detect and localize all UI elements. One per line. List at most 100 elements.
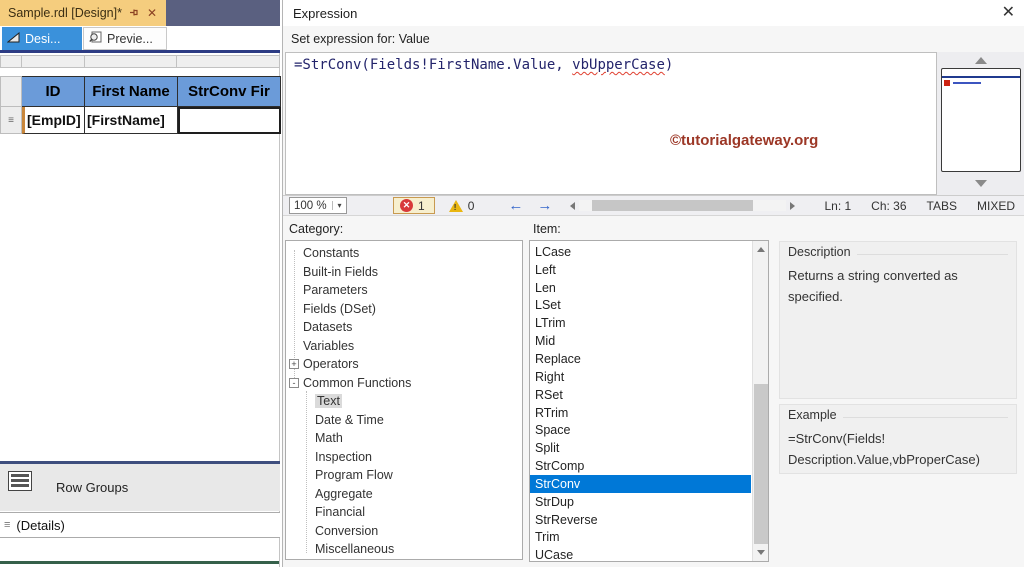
scroll-up-icon[interactable] — [757, 247, 765, 252]
status-char: Ch: 36 — [871, 198, 907, 213]
navigate-forward-icon[interactable]: → — [537, 197, 552, 214]
tablix-data-row: ≡ [EmpID] [FirstName] — [0, 107, 281, 134]
group-divider — [842, 416, 1008, 418]
item-lset[interactable]: LSet — [530, 297, 751, 315]
zoom-level-select[interactable]: 100 % ▾ — [289, 197, 347, 214]
data-cell-empid[interactable]: [EmpID] — [22, 107, 85, 134]
ssrs-designer-window: Sample.rdl [Design]* ✕ Desi... Previe... — [0, 0, 1024, 567]
error-icon: ✕ — [400, 199, 413, 212]
category-operators[interactable]: + Operators — [286, 355, 522, 374]
data-cell-strconv-selected[interactable] — [178, 107, 281, 134]
close-tab-icon[interactable]: ✕ — [147, 7, 157, 19]
expression-code-editor[interactable]: =StrConv(Fields!FirstName.Value, vbUpper… — [285, 52, 937, 195]
error-count-badge[interactable]: ✕ 1 — [393, 197, 435, 214]
row-groups-icon — [8, 471, 32, 491]
status-indicators: Ln: 1 Ch: 36 TABS MIXED — [824, 199, 1015, 213]
error-count: 1 — [418, 198, 425, 213]
category-financial[interactable]: Financial — [286, 503, 522, 522]
category-date-time[interactable]: Date & Time — [286, 411, 522, 430]
item-list-scrollbar[interactable] — [752, 241, 768, 561]
tablix-table: ID First Name StrConv Fir ≡ [EmpID] [Fir… — [0, 76, 281, 134]
horizontal-scrollbar[interactable] — [570, 199, 796, 212]
ruler-corner — [0, 55, 22, 68]
category-program-flow[interactable]: Program Flow — [286, 466, 522, 485]
category-conversion[interactable]: Conversion — [286, 522, 522, 541]
status-tabs: TABS — [926, 198, 957, 213]
header-cell-first-name[interactable]: First Name — [85, 76, 178, 107]
category-fields-dset[interactable]: Fields (DSet) — [286, 300, 522, 319]
category-miscellaneous[interactable]: Miscellaneous — [286, 540, 522, 559]
row-group-details[interactable]: ≡ (Details) — [0, 512, 280, 538]
item-strcomp[interactable]: StrComp — [530, 457, 751, 475]
category-variables[interactable]: Variables — [286, 337, 522, 356]
example-line-1: =StrConv(Fields! — [788, 431, 886, 446]
watermark-text: ©tutorialgateway.org — [670, 132, 819, 149]
item-mid[interactable]: Mid — [530, 332, 751, 350]
item-strdup[interactable]: StrDup — [530, 493, 751, 511]
header-cell-strconv[interactable]: StrConv Fir — [178, 76, 281, 107]
collapse-icon[interactable]: - — [289, 377, 299, 388]
preview-text-marker — [953, 82, 981, 84]
report-designer-pane: Sample.rdl [Design]* ✕ Desi... Previe... — [0, 0, 281, 567]
row-handle-icon[interactable]: ≡ — [0, 107, 22, 134]
error-squiggle-token: vbUpperCase — [572, 57, 665, 73]
item-rtrim[interactable]: RTrim — [530, 404, 751, 422]
data-cell-firstname[interactable]: [FirstName] — [85, 107, 178, 134]
scroll-down-icon[interactable] — [975, 180, 987, 187]
preview-caret-line — [942, 76, 1020, 78]
category-aggregate[interactable]: Aggregate — [286, 485, 522, 504]
scrollbar-thumb[interactable] — [754, 384, 768, 544]
item-space[interactable]: Space — [530, 421, 751, 439]
item-rset[interactable]: RSet — [530, 386, 751, 404]
row-handle-cell[interactable] — [0, 76, 22, 107]
warning-count-badge[interactable]: ! 0 — [448, 199, 474, 213]
item-strreverse[interactable]: StrReverse — [530, 511, 751, 529]
item-ltrim[interactable]: LTrim — [530, 314, 751, 332]
item-replace[interactable]: Replace — [530, 350, 751, 368]
bottom-green-edge — [0, 561, 279, 564]
expand-icon[interactable]: + — [289, 359, 299, 369]
item-split[interactable]: Split — [530, 439, 751, 457]
category-datasets[interactable]: Datasets — [286, 318, 522, 337]
scroll-down-icon[interactable] — [757, 550, 765, 555]
preview-magnifier-icon — [89, 31, 102, 46]
example-panel: Example =StrConv(Fields! Description.Val… — [779, 404, 1017, 474]
scrollbar-track[interactable] — [579, 200, 787, 211]
item-strconv-selected[interactable]: StrConv — [530, 474, 751, 493]
expression-text[interactable]: =StrConv(Fields!FirstName.Value, vbUpper… — [294, 57, 673, 73]
tab-design[interactable]: Desi... — [2, 27, 82, 50]
scroll-up-icon[interactable] — [975, 57, 987, 64]
row-groups-panel: Row Groups — [0, 464, 280, 511]
editor-scrollbar-map[interactable] — [937, 52, 1024, 195]
scroll-right-icon[interactable] — [790, 201, 796, 210]
item-len[interactable]: Len — [530, 279, 751, 297]
item-ucase[interactable]: UCase — [530, 546, 751, 561]
category-common-functions[interactable]: - Common Functions — [286, 374, 522, 393]
zoom-level-value: 100 % — [294, 199, 327, 212]
category-math[interactable]: Math — [286, 429, 522, 448]
preview-error-marker — [944, 80, 950, 86]
category-constants[interactable]: Constants — [286, 244, 522, 263]
item-left[interactable]: Left — [530, 261, 751, 279]
document-tab-sample-rdl[interactable]: Sample.rdl [Design]* ✕ — [0, 0, 166, 26]
document-tab-title: Sample.rdl [Design]* — [8, 6, 122, 20]
scrollbar-thumb[interactable] — [591, 200, 754, 211]
description-text: Returns a string converted as specified. — [788, 268, 958, 304]
set-expression-label: Set expression for: Value — [291, 32, 430, 46]
item-label: Item: — [533, 222, 561, 236]
navigate-back-icon[interactable]: ← — [508, 197, 523, 214]
category-text[interactable]: Text — [286, 392, 522, 411]
pin-icon[interactable] — [129, 7, 140, 20]
item-lcase[interactable]: LCase — [530, 243, 751, 261]
header-cell-id[interactable]: ID — [22, 76, 85, 107]
category-inspection[interactable]: Inspection — [286, 448, 522, 467]
tab-preview[interactable]: Previe... — [83, 27, 167, 50]
item-trim[interactable]: Trim — [530, 529, 751, 547]
dialog-close-icon[interactable]: ✕ — [1002, 4, 1015, 22]
item-right[interactable]: Right — [530, 368, 751, 386]
category-built-in-fields[interactable]: Built-in Fields — [286, 263, 522, 282]
category-parameters[interactable]: Parameters — [286, 281, 522, 300]
document-preview-thumbnail[interactable] — [941, 68, 1021, 172]
scroll-left-icon[interactable] — [570, 201, 576, 210]
dialog-title: Expression — [293, 6, 358, 21]
